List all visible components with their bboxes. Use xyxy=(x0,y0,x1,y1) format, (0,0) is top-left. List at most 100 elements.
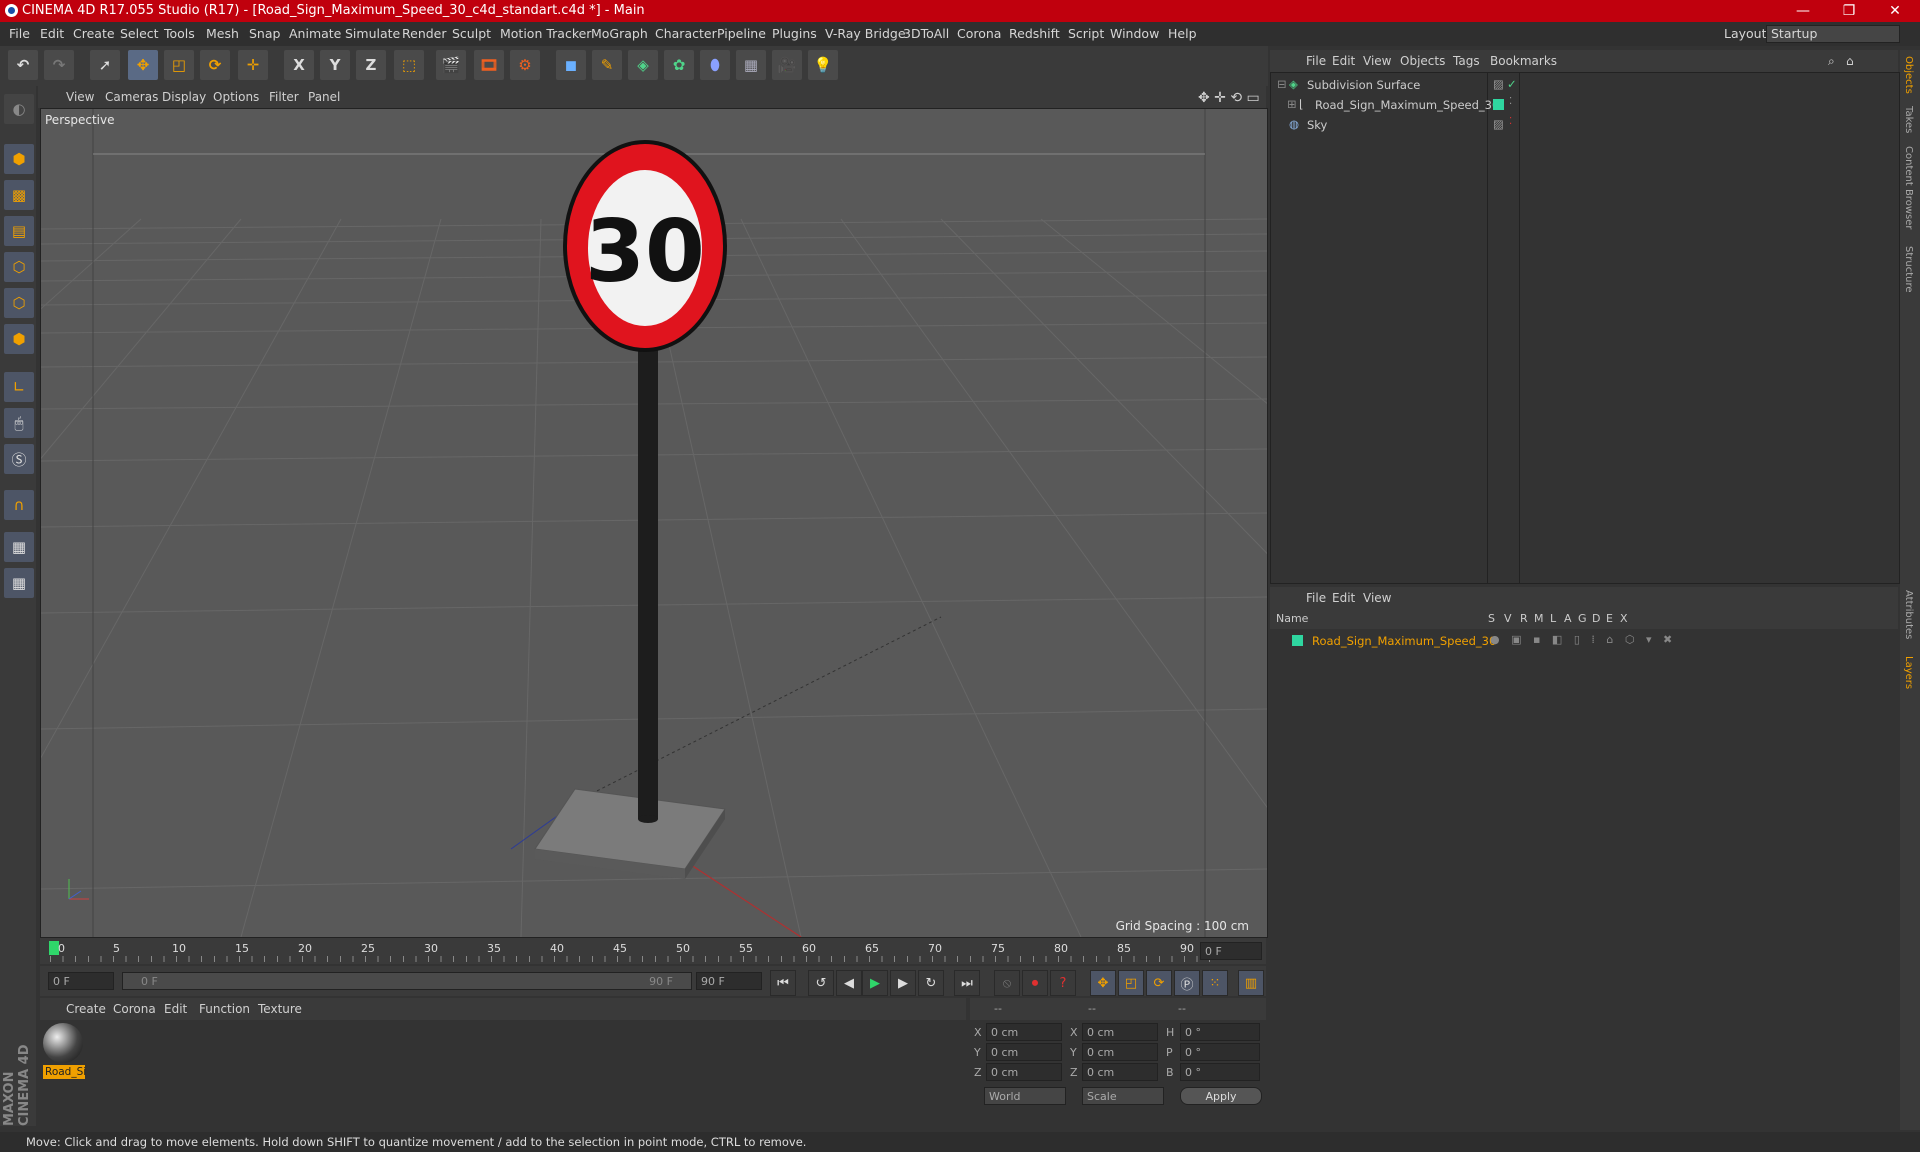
menu-mesh[interactable]: Mesh xyxy=(206,26,239,41)
mat-menu-function[interactable]: Function xyxy=(199,1002,250,1016)
viewport-menu-view[interactable]: View xyxy=(66,90,94,104)
layout-select[interactable]: Startup xyxy=(1766,25,1900,43)
points-mode-icon[interactable]: ⬡ xyxy=(4,252,34,282)
timeline-ruler[interactable]: 0 5 10 15 20 25 30 35 40 45 50 55 60 65 … xyxy=(40,938,1266,964)
magnet-icon[interactable]: ∩ xyxy=(4,490,34,520)
apply-button[interactable]: Apply xyxy=(1180,1087,1262,1105)
search-icon[interactable]: ⌕ xyxy=(1828,54,1835,69)
viewport-menu-display[interactable]: Display xyxy=(162,90,206,104)
mat-menu-edit[interactable]: Edit xyxy=(164,1002,187,1016)
menu-3dtoall[interactable]: 3DToAll xyxy=(903,26,949,41)
position-z-field[interactable]: 0 cm xyxy=(986,1063,1062,1081)
next-frame-icon[interactable]: ▶ xyxy=(890,970,916,996)
layer-menu-file[interactable]: File xyxy=(1306,591,1326,605)
mat-menu-create[interactable]: Create xyxy=(66,1002,106,1016)
key-param-icon[interactable]: Ⓟ xyxy=(1174,970,1200,996)
obj-menu-edit[interactable]: Edit xyxy=(1332,54,1355,68)
axis-x-button[interactable]: X xyxy=(284,50,314,80)
menu-character[interactable]: Character xyxy=(655,26,717,41)
key-position-icon[interactable]: ✥ xyxy=(1090,970,1116,996)
menu-select[interactable]: Select xyxy=(120,26,159,41)
layer-color-swatch[interactable] xyxy=(1493,99,1504,110)
tab-layers[interactable]: Layers xyxy=(1903,656,1914,689)
key-scale-icon[interactable]: ◰ xyxy=(1118,970,1144,996)
object-row[interactable]: ⊟ ◈ Subdivision Surface ▨ ✓ xyxy=(1271,75,1899,95)
next-key-icon[interactable]: ↻ xyxy=(918,970,944,996)
menu-sculpt[interactable]: Sculpt xyxy=(452,26,491,41)
render-view-icon[interactable]: 🎬 xyxy=(436,50,466,80)
menu-animate[interactable]: Animate xyxy=(289,26,341,41)
make-editable-icon[interactable]: ◐ xyxy=(4,94,34,124)
menu-vray-bridge[interactable]: V-Ray Bridge xyxy=(825,26,906,41)
obj-menu-view[interactable]: View xyxy=(1363,54,1391,68)
menu-pipeline[interactable]: Pipeline xyxy=(717,26,766,41)
mat-menu-corona[interactable]: Corona xyxy=(113,1002,156,1016)
undo-icon[interactable]: ↶ xyxy=(8,50,38,80)
visibility-icon[interactable]: ▨ xyxy=(1493,77,1504,91)
frame-range-slider[interactable]: 0 F 90 F xyxy=(122,972,692,990)
viewport-menu-options[interactable]: Options xyxy=(213,90,259,104)
layer-row[interactable]: Road_Sign_Maximum_Speed_30 ● ▣ ▪ ◧ ▯ ⁞ ⌂… xyxy=(1270,631,1898,651)
planar-workplane-icon[interactable]: ▦ xyxy=(4,568,34,598)
subdivision-surface-icon[interactable]: ◈ xyxy=(628,50,658,80)
size-x-field[interactable]: 0 cm xyxy=(1082,1023,1158,1041)
rotation-p-field[interactable]: 0 ° xyxy=(1180,1043,1260,1061)
menu-script[interactable]: Script xyxy=(1068,26,1104,41)
enabled-check-icon[interactable]: ✓ xyxy=(1507,77,1517,91)
minimize-button[interactable]: — xyxy=(1780,0,1826,22)
rotation-b-field[interactable]: 0 ° xyxy=(1180,1063,1260,1081)
obj-menu-tags[interactable]: Tags xyxy=(1453,54,1480,68)
end-frame-field[interactable]: 90 F xyxy=(696,972,762,990)
tab-content-browser[interactable]: Content Browser xyxy=(1903,146,1914,229)
cube-object-icon[interactable]: ◼ xyxy=(556,50,586,80)
menu-plugins[interactable]: Plugins xyxy=(772,26,817,41)
layer-menu-view[interactable]: View xyxy=(1363,591,1391,605)
play-icon[interactable]: ▶ xyxy=(862,970,888,996)
redo-icon[interactable]: ↷ xyxy=(44,50,74,80)
layer-color-swatch[interactable] xyxy=(1292,635,1303,646)
menu-simulate[interactable]: Simulate xyxy=(345,26,400,41)
floor-icon[interactable]: ▦ xyxy=(736,50,766,80)
viewport-menu-panel[interactable]: Panel xyxy=(308,90,340,104)
coordinate-mode-select[interactable]: World xyxy=(984,1087,1066,1105)
keyframe-selection-icon[interactable]: ? xyxy=(1050,970,1076,996)
live-move-icon[interactable]: ✛ xyxy=(238,50,268,80)
object-row[interactable]: ◍ Sky ▨ ⁚ xyxy=(1271,115,1899,135)
axis-z-button[interactable]: Z xyxy=(356,50,386,80)
texture-mode-icon[interactable]: ▩ xyxy=(4,180,34,210)
locked-workplane-icon[interactable]: ▦ xyxy=(4,532,34,562)
menu-snap[interactable]: Snap xyxy=(249,26,280,41)
go-to-end-icon[interactable]: ⏭ xyxy=(954,970,980,996)
polygons-mode-icon[interactable]: ⬢ xyxy=(4,324,34,354)
menu-edit[interactable]: Edit xyxy=(40,26,64,41)
start-frame-field[interactable]: 0 F xyxy=(48,972,114,990)
light-icon[interactable]: 💡 xyxy=(808,50,838,80)
size-mode-select[interactable]: Scale xyxy=(1082,1087,1164,1105)
obj-menu-bookmarks[interactable]: Bookmarks xyxy=(1490,54,1557,68)
autokey-icon[interactable]: ⏺ xyxy=(1022,970,1048,996)
viewport-nav-icons[interactable]: ✥ ✛ ⟲ ▭ xyxy=(1198,90,1260,106)
viewport-menu-cameras[interactable]: Cameras xyxy=(105,90,158,104)
3d-viewport[interactable]: 30 Perspective Grid Spacing : 100 cm xyxy=(40,108,1268,938)
collapse-icon[interactable]: ⊟ xyxy=(1277,77,1287,91)
material-item[interactable]: Road_Si xyxy=(43,1023,86,1081)
expand-icon[interactable]: ⊞ xyxy=(1287,97,1297,111)
obj-menu-file[interactable]: File xyxy=(1306,54,1326,68)
home-icon[interactable]: ⌂ xyxy=(1846,54,1854,68)
close-button[interactable]: ✕ xyxy=(1872,0,1918,22)
axis-mode-icon[interactable]: ∟ xyxy=(4,372,34,402)
model-mode-icon[interactable]: ⬢ xyxy=(4,144,34,174)
rotation-h-field[interactable]: 0 ° xyxy=(1180,1023,1260,1041)
go-to-start-icon[interactable]: ⏮ xyxy=(770,970,796,996)
tab-objects[interactable]: Objects xyxy=(1903,56,1914,94)
menu-redshift[interactable]: Redshift xyxy=(1009,26,1060,41)
rotate-icon[interactable]: ⟳ xyxy=(200,50,230,80)
tab-attributes[interactable]: Attributes xyxy=(1903,590,1914,639)
position-y-field[interactable]: 0 cm xyxy=(986,1043,1062,1061)
menu-window[interactable]: Window xyxy=(1110,26,1159,41)
snap-s-icon[interactable]: Ⓢ xyxy=(4,444,34,474)
visibility-dots-icon[interactable]: ⁚ xyxy=(1509,96,1512,107)
viewport-menu-filter[interactable]: Filter xyxy=(269,90,299,104)
layer-toggle-icons[interactable]: ● ▣ ▪ ◧ ▯ ⁞ ⌂ ⬡ ▾ ✖ xyxy=(1490,633,1676,646)
axis-y-button[interactable]: Y xyxy=(320,50,350,80)
